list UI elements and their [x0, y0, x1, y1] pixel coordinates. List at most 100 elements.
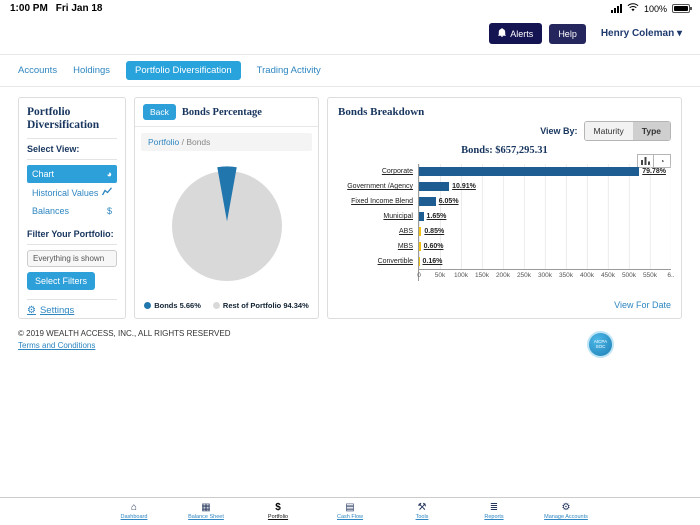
- bar-value-label[interactable]: 0.16%: [423, 258, 443, 265]
- x-tick: 550k: [643, 272, 657, 279]
- x-tick: 50k: [435, 272, 445, 279]
- bottom-nav-portfolio[interactable]: $ Portfolio: [252, 502, 304, 520]
- legend-dot-bonds: [144, 302, 151, 309]
- alerts-button-label: Alerts: [510, 29, 533, 39]
- copyright-text: © 2019 WEALTH ACCESS, INC., ALL RIGHTS R…: [18, 329, 682, 338]
- view-for-date-link[interactable]: View For Date: [614, 300, 671, 310]
- app-header: Alerts Help Henry Coleman ▾: [0, 17, 700, 54]
- bar-municipal[interactable]: [419, 212, 424, 221]
- bottom-nav-tools[interactable]: ⚒ Tools: [396, 502, 448, 520]
- settings-link[interactable]: ⚙ Settings: [27, 305, 117, 316]
- bell-icon: [498, 28, 506, 39]
- legend-dot-rest: [213, 302, 220, 309]
- bar-category-label[interactable]: Convertible: [338, 254, 418, 269]
- alerts-button[interactable]: Alerts: [489, 23, 542, 44]
- breadcrumb-separator: /: [182, 137, 184, 147]
- bottom-nav-manage-accounts[interactable]: ⚙ Manage Accounts: [540, 502, 592, 520]
- x-tick: 200k: [496, 272, 510, 279]
- filter-portfolio-label: Filter Your Portfolio:: [27, 229, 117, 239]
- bonds-total: Bonds: $657,295.31: [338, 145, 671, 156]
- bar-value-label[interactable]: 0.85%: [424, 228, 444, 235]
- chevron-down-icon: ▾: [677, 28, 682, 39]
- bottom-nav-balance-sheet[interactable]: ▦ Balance Sheet: [180, 502, 232, 520]
- user-menu[interactable]: Henry Coleman ▾: [601, 28, 682, 39]
- bar-abs[interactable]: [419, 227, 421, 236]
- battery-percentage: 100%: [644, 4, 667, 14]
- tab-trading-activity[interactable]: Trading Activity: [257, 61, 321, 80]
- bar-category-label[interactable]: ABS: [338, 224, 418, 239]
- pie-legend: Bonds 5.66% Rest of Portfolio 94.34%: [135, 295, 318, 318]
- sidebar-title: Portfolio Diversification: [27, 106, 117, 132]
- bar-value-label[interactable]: 79.78%: [642, 168, 666, 175]
- select-view-label: Select View:: [27, 144, 117, 154]
- maturity-toggle-button[interactable]: Maturity: [585, 122, 633, 140]
- bar-value-label[interactable]: 0.60%: [424, 243, 444, 250]
- x-tick: 450k: [601, 272, 615, 279]
- diversification-sidebar: Portfolio Diversification Select View: C…: [18, 97, 126, 319]
- sidebar-item-balances[interactable]: Balances $: [27, 202, 117, 220]
- bonds-percentage-panel: Back Bonds Percentage Portfolio / Bonds …: [134, 97, 319, 319]
- bar-category-label[interactable]: Government /Agency: [338, 179, 418, 194]
- home-icon: ⌂: [131, 502, 137, 513]
- pie-chart-icon: ◕: [107, 169, 112, 179]
- user-name: Henry Coleman: [601, 28, 674, 39]
- back-button[interactable]: Back: [143, 104, 176, 120]
- select-filters-button[interactable]: Select Filters: [27, 272, 95, 290]
- breakdown-title: Bonds Breakdown: [338, 106, 671, 118]
- bar-government-agency[interactable]: [419, 182, 449, 191]
- bar-fixed-income-blend[interactable]: [419, 197, 436, 206]
- tools-icon: ⚒: [418, 502, 427, 513]
- bonds-breakdown-panel: Bonds Breakdown View By: Maturity Type B…: [327, 97, 682, 319]
- view-historical-label: Historical Values: [32, 188, 98, 198]
- terms-and-conditions-link[interactable]: Terms and Conditions: [18, 341, 95, 350]
- x-tick: 0: [417, 272, 421, 279]
- view-chart-label: Chart: [32, 169, 54, 179]
- filter-status: Everything is shown: [27, 250, 117, 267]
- help-button[interactable]: Help: [549, 24, 586, 44]
- bar-chart: Corporate 79.78% Government /Agency 10.9…: [338, 164, 671, 281]
- cellular-signal-icon: [611, 4, 622, 13]
- status-date: Fri Jan 18: [56, 3, 103, 14]
- bottom-nav: ⌂ Dashboard ▦ Balance Sheet $ Portfolio …: [0, 497, 700, 525]
- breadcrumb-bonds: Bonds: [186, 137, 210, 147]
- breadcrumb-portfolio[interactable]: Portfolio: [148, 137, 179, 147]
- tab-holdings[interactable]: Holdings: [73, 61, 110, 80]
- status-time: 1:00 PM: [10, 3, 48, 14]
- x-tick: 150k: [475, 272, 489, 279]
- bottom-nav-cash-flow[interactable]: ▤ Cash Flow: [324, 502, 376, 520]
- pie-panel-title: Bonds Percentage: [182, 107, 262, 118]
- help-button-label: Help: [558, 29, 577, 39]
- bar-category-label[interactable]: MBS: [338, 239, 418, 254]
- line-chart-icon: [102, 187, 112, 198]
- x-axis: 050k100k150k200k250k300k350k400k450k500k…: [418, 269, 671, 281]
- bottom-nav-reports[interactable]: ≣ Reports: [468, 502, 520, 520]
- cash-flow-icon: ▤: [345, 502, 354, 513]
- bar-value-label[interactable]: 6.05%: [439, 198, 459, 205]
- x-tick: 300k: [538, 272, 552, 279]
- settings-label: Settings: [40, 305, 74, 316]
- status-bar: 1:00 PM Fri Jan 18 100%: [0, 0, 700, 17]
- tab-portfolio-diversification[interactable]: Portfolio Diversification: [126, 61, 241, 80]
- bar-value-label[interactable]: 1.65%: [427, 213, 447, 220]
- bar-category-label[interactable]: Municipal: [338, 209, 418, 224]
- gear-icon: ⚙: [27, 305, 36, 316]
- view-by-toggle: Maturity Type: [584, 121, 671, 141]
- bar-convertible[interactable]: [419, 257, 420, 266]
- bar-category-label[interactable]: Corporate: [338, 164, 418, 179]
- tab-accounts[interactable]: Accounts: [18, 61, 57, 80]
- dollar-icon: $: [107, 206, 112, 216]
- bar-corporate[interactable]: [419, 167, 639, 176]
- bar-category-label[interactable]: Fixed Income Blend: [338, 194, 418, 209]
- type-toggle-button[interactable]: Type: [633, 122, 670, 140]
- bottom-nav-dashboard[interactable]: ⌂ Dashboard: [108, 502, 160, 520]
- x-tick: 100k: [454, 272, 468, 279]
- page-footer: © 2019 WEALTH ACCESS, INC., ALL RIGHTS R…: [0, 319, 700, 360]
- sidebar-item-chart[interactable]: Chart ◕: [27, 165, 117, 183]
- wifi-icon: [627, 3, 639, 14]
- bar-mbs[interactable]: [419, 242, 421, 251]
- pie-chart[interactable]: [135, 157, 318, 295]
- bar-value-label[interactable]: 10.91%: [452, 183, 476, 190]
- sidebar-item-historical-values[interactable]: Historical Values: [27, 183, 117, 202]
- manage-accounts-gear-icon: ⚙: [562, 502, 571, 513]
- legend-item-bonds: Bonds 5.66%: [144, 301, 201, 310]
